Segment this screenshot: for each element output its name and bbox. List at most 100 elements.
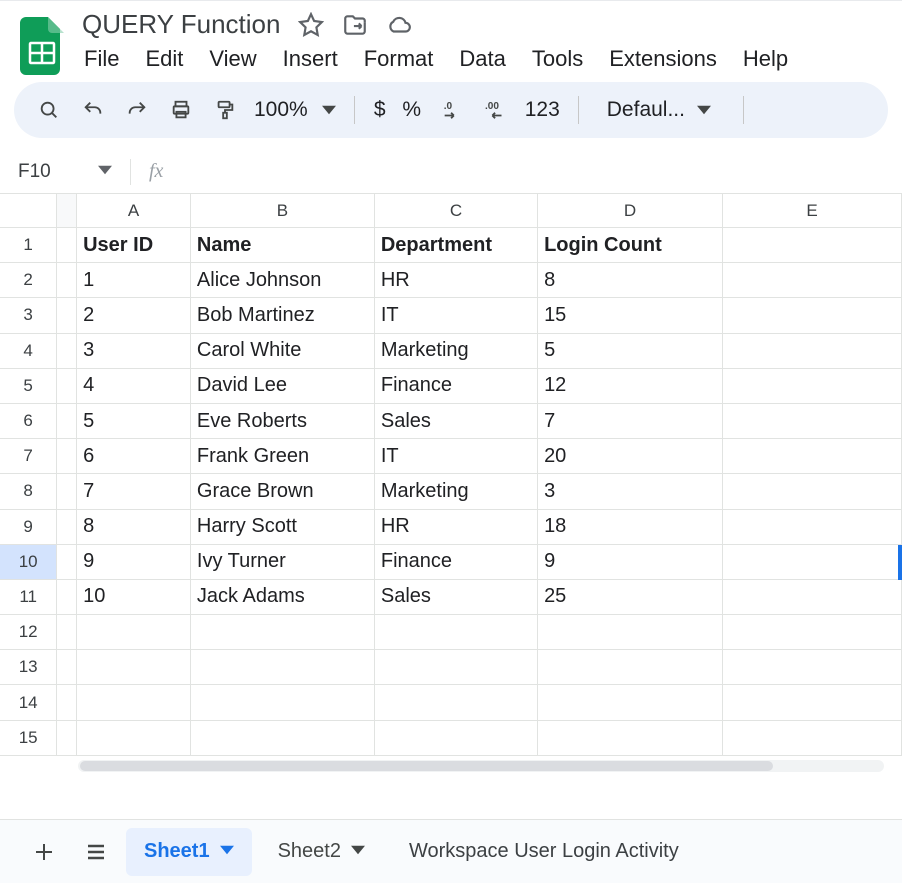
menu-file[interactable]: File [84, 46, 119, 72]
cell[interactable] [723, 721, 902, 756]
col-header-A[interactable]: A [77, 194, 191, 227]
cell[interactable]: 8 [77, 510, 191, 545]
tab-description[interactable]: Workspace User Login Activity [409, 840, 679, 863]
cell[interactable]: Harry Scott [191, 510, 375, 545]
cell[interactable]: Bob Martinez [191, 298, 375, 333]
cell[interactable] [191, 685, 375, 720]
cell[interactable]: 4 [77, 369, 191, 404]
menu-view[interactable]: View [209, 46, 256, 72]
cell[interactable] [191, 615, 375, 650]
cell[interactable] [375, 650, 538, 685]
cell[interactable] [77, 615, 191, 650]
row-header[interactable]: 14 [0, 685, 57, 720]
horizontal-scrollbar[interactable] [0, 756, 902, 774]
cell[interactable]: HR [375, 263, 538, 298]
cell[interactable]: Ivy Turner [191, 545, 375, 580]
cell[interactable]: HR [375, 510, 538, 545]
cell[interactable] [538, 721, 723, 756]
redo-icon[interactable] [118, 91, 156, 129]
row-header[interactable]: 6 [0, 404, 57, 439]
cell[interactable]: 7 [538, 404, 723, 439]
cell[interactable] [723, 334, 902, 369]
cell[interactable] [723, 580, 902, 615]
cell[interactable] [723, 615, 902, 650]
number-format-button[interactable]: 123 [521, 98, 564, 122]
cell[interactable] [538, 685, 723, 720]
cell[interactable]: 5 [77, 404, 191, 439]
select-all-corner[interactable] [0, 194, 57, 227]
row-header[interactable]: 3 [0, 298, 57, 333]
menu-tools[interactable]: Tools [532, 46, 583, 72]
cell[interactable] [723, 263, 902, 298]
move-icon[interactable] [342, 12, 368, 38]
percent-format-button[interactable]: % [397, 98, 427, 122]
menu-data[interactable]: Data [459, 46, 505, 72]
row-header[interactable]: 9 [0, 510, 57, 545]
cell[interactable]: 8 [538, 263, 723, 298]
cell[interactable]: Finance [375, 545, 538, 580]
cell[interactable]: 2 [77, 298, 191, 333]
menu-insert[interactable]: Insert [283, 46, 338, 72]
menu-help[interactable]: Help [743, 46, 788, 72]
cell[interactable] [77, 685, 191, 720]
decrease-decimal-icon[interactable]: .0 [433, 91, 471, 129]
menu-format[interactable]: Format [364, 46, 434, 72]
increase-decimal-icon[interactable]: .00 [477, 91, 515, 129]
col-header-E[interactable]: E [723, 194, 902, 227]
cell[interactable]: 5 [538, 334, 723, 369]
cell[interactable]: 3 [77, 334, 191, 369]
cell[interactable] [375, 685, 538, 720]
row-header[interactable]: 5 [0, 369, 57, 404]
cell[interactable]: 6 [77, 439, 191, 474]
doc-title[interactable]: QUERY Function [82, 9, 280, 40]
cell[interactable]: Name [191, 228, 375, 263]
cell[interactable]: IT [375, 439, 538, 474]
cell[interactable]: 18 [538, 510, 723, 545]
cell[interactable] [723, 404, 902, 439]
row-header[interactable]: 2 [0, 263, 57, 298]
spreadsheet-grid[interactable]: A B C D E 1User IDNameDepartmentLogin Co… [0, 194, 902, 756]
cell[interactable]: 25 [538, 580, 723, 615]
zoom-level[interactable]: 100% [250, 98, 312, 122]
star-icon[interactable] [298, 12, 324, 38]
paint-format-icon[interactable] [206, 91, 244, 129]
cell[interactable]: Carol White [191, 334, 375, 369]
cell[interactable] [538, 650, 723, 685]
cloud-status-icon[interactable] [386, 12, 412, 38]
cell[interactable] [723, 228, 902, 263]
cell[interactable] [723, 298, 902, 333]
cell[interactable]: Sales [375, 580, 538, 615]
cell[interactable] [723, 510, 902, 545]
tab-sheet2[interactable]: Sheet2 [260, 828, 383, 876]
row-header[interactable]: 8 [0, 474, 57, 509]
cell[interactable] [538, 615, 723, 650]
cell[interactable]: Login Count [538, 228, 723, 263]
cell[interactable]: Department [375, 228, 538, 263]
cell[interactable] [723, 685, 902, 720]
cell[interactable] [77, 721, 191, 756]
cell[interactable]: 1 [77, 263, 191, 298]
row-header[interactable]: 7 [0, 439, 57, 474]
row-header[interactable]: 13 [0, 650, 57, 685]
cell[interactable]: Marketing [375, 334, 538, 369]
cell[interactable]: 9 [77, 545, 191, 580]
cell[interactable] [723, 439, 902, 474]
cell[interactable]: Eve Roberts [191, 404, 375, 439]
menu-extensions[interactable]: Extensions [609, 46, 717, 72]
cell[interactable] [375, 615, 538, 650]
currency-format-button[interactable]: $ [369, 98, 391, 122]
col-header-C[interactable]: C [375, 194, 538, 227]
search-icon[interactable] [30, 91, 68, 129]
cell[interactable]: Jack Adams [191, 580, 375, 615]
cell[interactable]: User ID [77, 228, 191, 263]
cell[interactable]: 10 [77, 580, 191, 615]
cell[interactable] [375, 721, 538, 756]
cell[interactable]: 12 [538, 369, 723, 404]
cell[interactable] [723, 650, 902, 685]
undo-icon[interactable] [74, 91, 112, 129]
cell[interactable]: Frank Green [191, 439, 375, 474]
cell[interactable]: 20 [538, 439, 723, 474]
cell[interactable]: Marketing [375, 474, 538, 509]
cell[interactable]: Alice Johnson [191, 263, 375, 298]
print-icon[interactable] [162, 91, 200, 129]
